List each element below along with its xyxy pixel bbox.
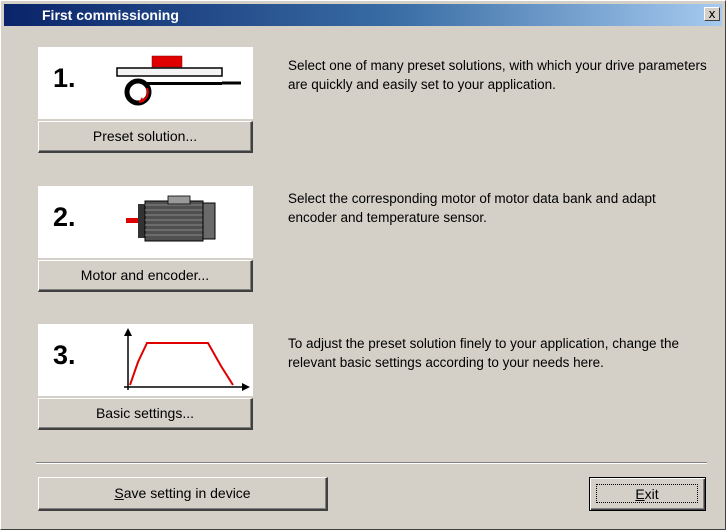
close-button[interactable]: x: [704, 7, 720, 21]
motor-encoder-button[interactable]: Motor and encoder...: [38, 260, 253, 292]
step-3-number: 3.: [53, 340, 76, 370]
exit-focus-rect: Exit: [596, 484, 698, 503]
exit-button[interactable]: Exit: [589, 477, 706, 511]
step-3-image: 3.: [38, 324, 253, 396]
exit-mnemonic: E: [635, 486, 645, 502]
exit-label: xit: [644, 486, 659, 502]
basic-settings-button[interactable]: Basic settings...: [38, 398, 253, 430]
separator: [36, 462, 707, 464]
first-commissioning-dialog: First commissioning x 1. Preset solution…: [0, 0, 726, 530]
window-title: First commissioning: [42, 7, 179, 23]
step-2-number: 2.: [53, 202, 76, 232]
step-3-description: To adjust the preset solution finely to …: [288, 336, 679, 370]
save-label: ave setting in device: [123, 485, 251, 501]
motor-icon: [126, 195, 216, 242]
close-icon: x: [708, 7, 716, 21]
step-2-image: 2.: [38, 186, 253, 258]
motion-profile-icon: [124, 328, 250, 391]
preset-solution-button[interactable]: Preset solution...: [38, 121, 253, 153]
step-1-description: Select one of many preset solutions, wit…: [288, 58, 707, 92]
step-1-number: 1.: [53, 63, 76, 93]
preset-solution-icon: [116, 55, 241, 106]
save-mnemonic: S: [114, 485, 124, 501]
step-2-description: Select the corresponding motor of motor …: [288, 191, 656, 225]
save-setting-button[interactable]: Save setting in device: [38, 477, 328, 511]
title-bar[interactable]: First commissioning x: [4, 4, 722, 26]
step-1-image: 1.: [38, 47, 253, 119]
